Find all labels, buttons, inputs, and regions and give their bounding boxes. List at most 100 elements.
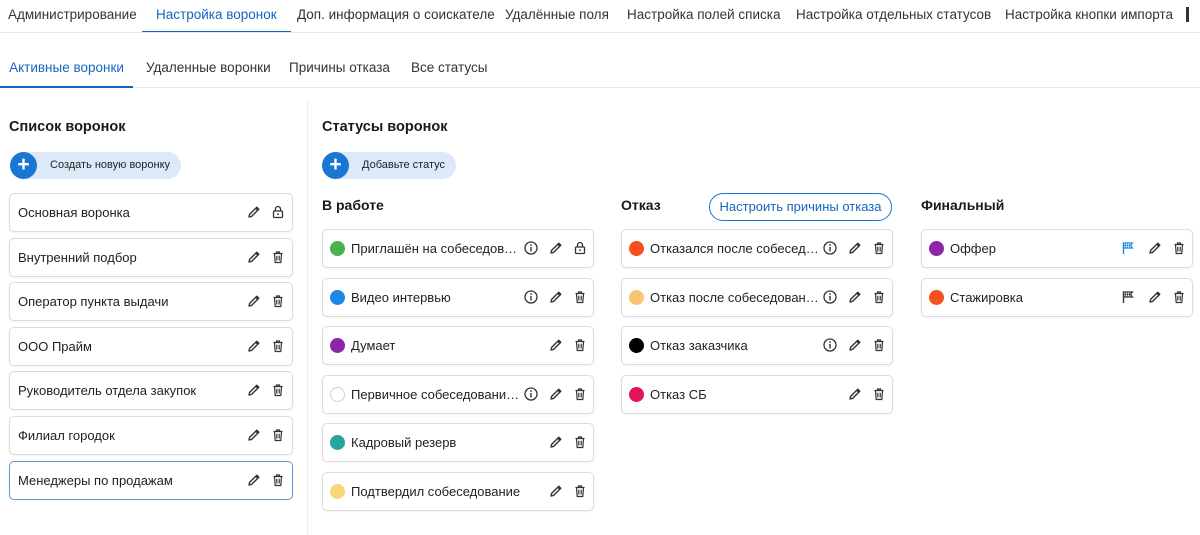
subtab-all-statuses[interactable]: Все статусы xyxy=(411,48,487,88)
edit-icon[interactable] xyxy=(246,204,262,220)
edit-icon[interactable] xyxy=(246,427,262,443)
delete-icon[interactable] xyxy=(871,289,887,305)
edit-icon[interactable] xyxy=(548,337,564,353)
subtab-deleted-funnels[interactable]: Удаленные воронки xyxy=(146,48,271,88)
status-column-title: Финальный xyxy=(921,197,1005,213)
delete-icon[interactable] xyxy=(270,249,286,265)
status-color-dot xyxy=(330,241,345,256)
delete-icon[interactable] xyxy=(1171,289,1187,305)
top-tab-candidate-info[interactable]: Доп. информация о соискателе xyxy=(297,0,495,32)
delete-icon[interactable] xyxy=(572,289,588,305)
funnel-name: Руководитель отдела закупок xyxy=(18,383,197,399)
status-item[interactable]: Приглашён на собеседован... xyxy=(322,229,594,268)
funnel-item[interactable]: Филиал городок xyxy=(9,416,293,455)
status-name: Кадровый резерв xyxy=(351,435,457,451)
info-icon[interactable] xyxy=(523,386,539,402)
status-item[interactable]: Отказ СБ xyxy=(621,374,893,414)
info-icon[interactable] xyxy=(523,289,539,305)
status-name: Отказ заказчика xyxy=(650,338,748,354)
status-item[interactable]: Отказ после собеседования xyxy=(621,277,893,317)
edit-icon[interactable] xyxy=(548,483,564,499)
edit-icon[interactable] xyxy=(1147,240,1163,256)
funnel-item[interactable]: Основная воронка xyxy=(9,193,293,232)
edit-icon[interactable] xyxy=(847,386,863,402)
edit-icon[interactable] xyxy=(548,240,564,256)
edit-icon[interactable] xyxy=(548,386,564,402)
top-tab-separate-statuses[interactable]: Настройка отдельных статусов xyxy=(796,0,991,32)
status-name: Подтвердил собеседование xyxy=(351,484,521,499)
info-icon[interactable] xyxy=(523,240,539,256)
funnel-item[interactable]: Оператор пункта выдачи xyxy=(9,282,293,322)
top-tab-funnel-settings[interactable]: Настройка воронок xyxy=(142,0,291,32)
funnel-item[interactable]: Руководитель отдела закупок xyxy=(9,371,293,411)
status-item[interactable]: Думает xyxy=(322,326,594,366)
funnel-item[interactable]: ООО Прайм xyxy=(9,326,293,366)
status-item[interactable]: Первичное собеседование ... xyxy=(322,374,594,414)
delete-icon[interactable] xyxy=(270,382,286,398)
delete-icon[interactable] xyxy=(572,386,588,402)
status-name: Отказ после собеседования xyxy=(650,289,820,305)
create-funnel-button[interactable]: + Создать новую воронку xyxy=(10,152,181,179)
delete-icon[interactable] xyxy=(1171,240,1187,256)
funnel-item[interactable]: Менеджеры по продажам xyxy=(9,460,293,500)
delete-icon[interactable] xyxy=(270,338,286,354)
edit-icon[interactable] xyxy=(1147,289,1163,305)
top-tab-deleted-fields[interactable]: Удалённые поля xyxy=(505,0,609,32)
status-name: Отказался после собеседо... xyxy=(650,241,820,256)
subtab-rejection-reasons[interactable]: Причины отказа xyxy=(289,48,390,88)
delete-icon[interactable] xyxy=(572,434,588,450)
lock-icon xyxy=(270,204,286,220)
configure-rejection-reasons-button[interactable]: Настроить причины отказа xyxy=(709,193,892,221)
status-color-dot xyxy=(929,241,944,256)
info-icon[interactable] xyxy=(822,337,838,353)
edit-icon[interactable] xyxy=(246,249,262,265)
status-color-dot xyxy=(330,386,345,402)
status-color-dot xyxy=(330,289,345,305)
top-tab-administration[interactable]: Администрирование xyxy=(8,0,137,32)
edit-icon[interactable] xyxy=(246,382,262,398)
edit-icon[interactable] xyxy=(246,472,262,488)
delete-icon[interactable] xyxy=(871,337,887,353)
status-name: Стажировка xyxy=(950,289,1023,305)
info-icon[interactable] xyxy=(822,289,838,305)
status-item[interactable]: Отказался после собеседо... xyxy=(621,229,893,268)
edit-icon[interactable] xyxy=(548,434,564,450)
flag-icon[interactable] xyxy=(1120,240,1136,256)
delete-icon[interactable] xyxy=(270,472,286,488)
edit-icon[interactable] xyxy=(246,338,262,354)
status-item[interactable]: Оффер xyxy=(921,229,1193,268)
status-item[interactable]: Видео интервью xyxy=(322,277,594,317)
status-item[interactable]: Стажировка xyxy=(921,277,1193,317)
top-tab-list-fields[interactable]: Настройка полей списка xyxy=(627,0,780,32)
more-tabs-indicator[interactable] xyxy=(1186,7,1189,22)
top-tab-import-button[interactable]: Настройка кнопки импорта xyxy=(1005,0,1173,32)
delete-icon[interactable] xyxy=(270,293,286,309)
status-item[interactable]: Кадровый резерв xyxy=(322,423,594,463)
edit-icon[interactable] xyxy=(847,337,863,353)
delete-icon[interactable] xyxy=(572,483,588,499)
subtab-active-funnels[interactable]: Активные воронки xyxy=(0,48,133,88)
add-status-button[interactable]: + Добавьте статус xyxy=(322,152,456,179)
status-name: Оффер xyxy=(950,241,996,256)
edit-icon[interactable] xyxy=(548,289,564,305)
status-item[interactable]: Отказ заказчика xyxy=(621,326,893,366)
plus-icon: + xyxy=(322,152,349,179)
delete-icon[interactable] xyxy=(572,337,588,353)
status-color-dot xyxy=(330,484,345,499)
delete-icon[interactable] xyxy=(871,386,887,402)
edit-icon[interactable] xyxy=(847,240,863,256)
status-column-title: Отказ xyxy=(621,197,661,213)
status-name: Отказ СБ xyxy=(650,386,707,402)
status-color-dot xyxy=(629,241,644,256)
delete-icon[interactable] xyxy=(871,240,887,256)
status-color-dot xyxy=(629,338,644,354)
funnel-name: Внутренний подбор xyxy=(18,249,137,265)
delete-icon[interactable] xyxy=(270,427,286,443)
edit-icon[interactable] xyxy=(246,293,262,309)
edit-icon[interactable] xyxy=(847,289,863,305)
status-item[interactable]: Подтвердил собеседование xyxy=(322,472,594,511)
flag-icon[interactable] xyxy=(1120,289,1136,305)
funnel-item[interactable]: Внутренний подбор xyxy=(9,237,293,277)
info-icon[interactable] xyxy=(822,240,838,256)
status-color-dot xyxy=(330,435,345,451)
